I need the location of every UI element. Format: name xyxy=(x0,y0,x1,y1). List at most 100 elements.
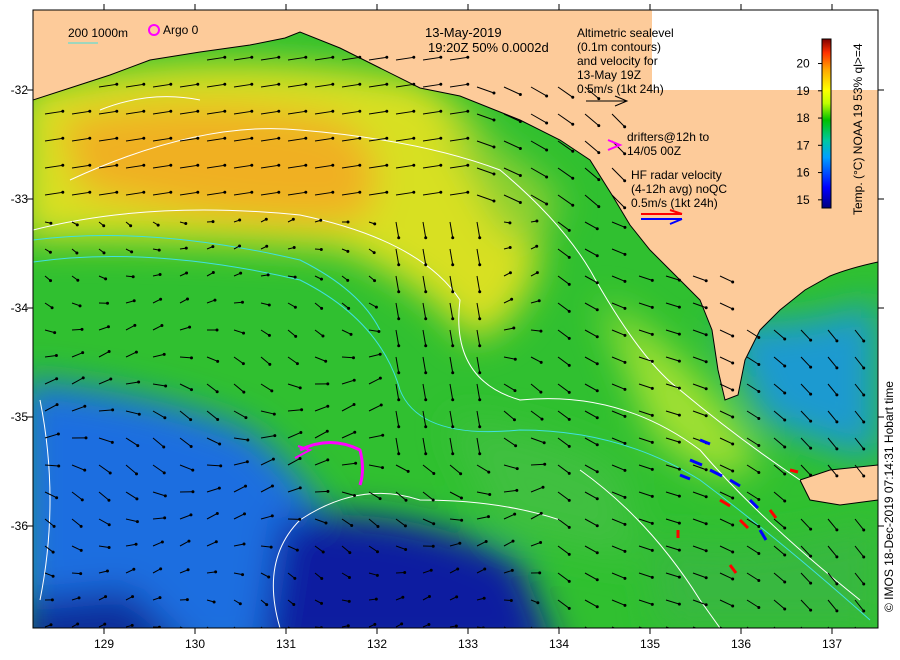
velocity-arrow-head xyxy=(304,109,308,113)
legend-line: drifters@12h to xyxy=(627,130,710,144)
velocity-arrow-head xyxy=(862,474,866,478)
velocity-arrow-head xyxy=(83,404,87,408)
velocity-arrow-head xyxy=(321,334,325,338)
velocity-arrow-head xyxy=(104,595,108,599)
velocity-arrow-head xyxy=(515,488,519,492)
velocity-arrow-head xyxy=(678,630,681,633)
lat-tick-label: -35 xyxy=(11,410,29,424)
velocity-arrow-head xyxy=(265,603,269,607)
velocity-arrow-head xyxy=(595,389,599,393)
map-area xyxy=(33,10,878,638)
velocity-arrow-head xyxy=(783,553,787,557)
velocity-arrow-head xyxy=(518,147,522,151)
legend-line: Altimetric sealevel xyxy=(577,26,674,40)
velocity-arrow-head xyxy=(346,624,350,628)
velocity-arrow-head xyxy=(783,580,787,584)
velocity-arrow-head xyxy=(650,494,654,498)
velocity-arrow-head xyxy=(595,578,599,582)
velocity-arrow-head xyxy=(163,494,167,498)
velocity-arrow-head xyxy=(731,307,735,311)
velocity-arrow-head xyxy=(353,430,357,434)
velocity-arrow-head xyxy=(109,377,113,381)
velocity-arrow-head xyxy=(424,452,428,456)
velocity-arrow-head xyxy=(567,228,571,232)
velocity-arrow-head xyxy=(298,486,302,490)
velocity-arrow-head xyxy=(596,632,599,635)
velocity-arrow-head xyxy=(292,246,296,250)
velocity-arrow-head xyxy=(358,163,362,167)
velocity-arrow-head xyxy=(184,246,188,250)
velocity-arrow-head xyxy=(159,567,163,571)
velocity-arrow-head xyxy=(348,551,352,555)
map-date: 13-May-2019 xyxy=(425,25,502,40)
velocity-arrow-head xyxy=(731,469,735,473)
velocity-arrow-head xyxy=(331,55,335,59)
velocity-arrow-head xyxy=(567,498,571,502)
velocity-arrow-head xyxy=(378,376,382,380)
velocity-arrow-head xyxy=(862,420,866,424)
velocity-arrow-head xyxy=(211,245,215,249)
velocity-arrow-head xyxy=(378,497,382,501)
velocity-arrow-head xyxy=(412,55,416,59)
velocity-arrow-head xyxy=(103,622,107,626)
velocity-arrow-head xyxy=(319,247,323,251)
velocity-arrow-head xyxy=(292,603,296,607)
velocity-arrow-head xyxy=(451,371,455,375)
velocity-arrow-head xyxy=(397,425,401,429)
velocity-arrow-head xyxy=(478,317,482,321)
velocity-arrow-head xyxy=(57,464,61,468)
map-time-info: 19:20Z 50% 0.0002d xyxy=(428,40,549,55)
velocity-arrow-head xyxy=(539,511,543,515)
velocity-arrow-head xyxy=(545,94,549,98)
velocity-arrow-head xyxy=(78,304,82,308)
velocity-arrow-head xyxy=(81,351,85,355)
velocity-arrow-head xyxy=(135,472,139,476)
velocity-arrow-head xyxy=(79,548,83,552)
velocity-arrow-head xyxy=(518,174,522,178)
velocity-arrow-head xyxy=(757,416,761,420)
velocity-arrow-head xyxy=(783,635,786,638)
velocity-arrow-head xyxy=(84,436,88,440)
lon-tick-label: 136 xyxy=(731,637,751,651)
velocity-arrow-head xyxy=(270,514,274,518)
velocity-arrow-head xyxy=(293,576,297,580)
velocity-arrow-head xyxy=(595,362,599,366)
velocity-arrow-head xyxy=(757,443,761,447)
velocity-arrow-head xyxy=(809,392,813,396)
argo-legend: Argo 0 xyxy=(163,23,199,37)
velocity-arrow-head xyxy=(169,163,173,167)
velocity-arrow-head xyxy=(478,452,482,456)
velocity-arrow-head xyxy=(107,350,111,354)
velocity-arrow-head xyxy=(240,300,244,304)
velocity-arrow-head xyxy=(304,55,308,59)
velocity-arrow-head xyxy=(376,525,380,529)
velocity-arrow-head xyxy=(651,630,654,633)
velocity-arrow-head xyxy=(835,393,839,397)
velocity-arrow-head xyxy=(439,55,443,59)
velocity-arrow-head xyxy=(397,317,401,321)
velocity-arrow-head xyxy=(508,271,512,275)
velocity-arrow-head xyxy=(169,136,173,140)
velocity-arrow-head xyxy=(513,512,517,516)
velocity-arrow-head xyxy=(267,333,271,337)
velocity-arrow-head xyxy=(595,227,599,231)
velocity-arrow-head xyxy=(466,136,470,140)
velocity-arrow-head xyxy=(567,606,571,610)
velocity-arrow-head xyxy=(77,596,81,600)
legend-line: 13-May 19Z xyxy=(577,68,641,82)
velocity-arrow-head xyxy=(162,471,166,475)
velocity-arrow-head xyxy=(385,163,389,167)
colorbar-tick-label: 16 xyxy=(796,166,810,180)
velocity-arrow-head xyxy=(385,82,389,86)
velocity-arrow-head xyxy=(223,55,227,59)
velocity-arrow-head xyxy=(216,418,220,422)
velocity-arrow-head xyxy=(238,218,242,222)
velocity-arrow-head xyxy=(484,539,488,543)
velocity-arrow-head xyxy=(567,525,571,529)
velocity-arrow-head xyxy=(110,440,114,444)
velocity-arrow-head xyxy=(862,393,866,397)
lon-tick-label: 135 xyxy=(640,637,660,651)
velocity-arrow-head xyxy=(439,190,443,194)
velocity-arrow-head xyxy=(189,388,193,392)
velocity-arrow-head xyxy=(397,371,401,375)
